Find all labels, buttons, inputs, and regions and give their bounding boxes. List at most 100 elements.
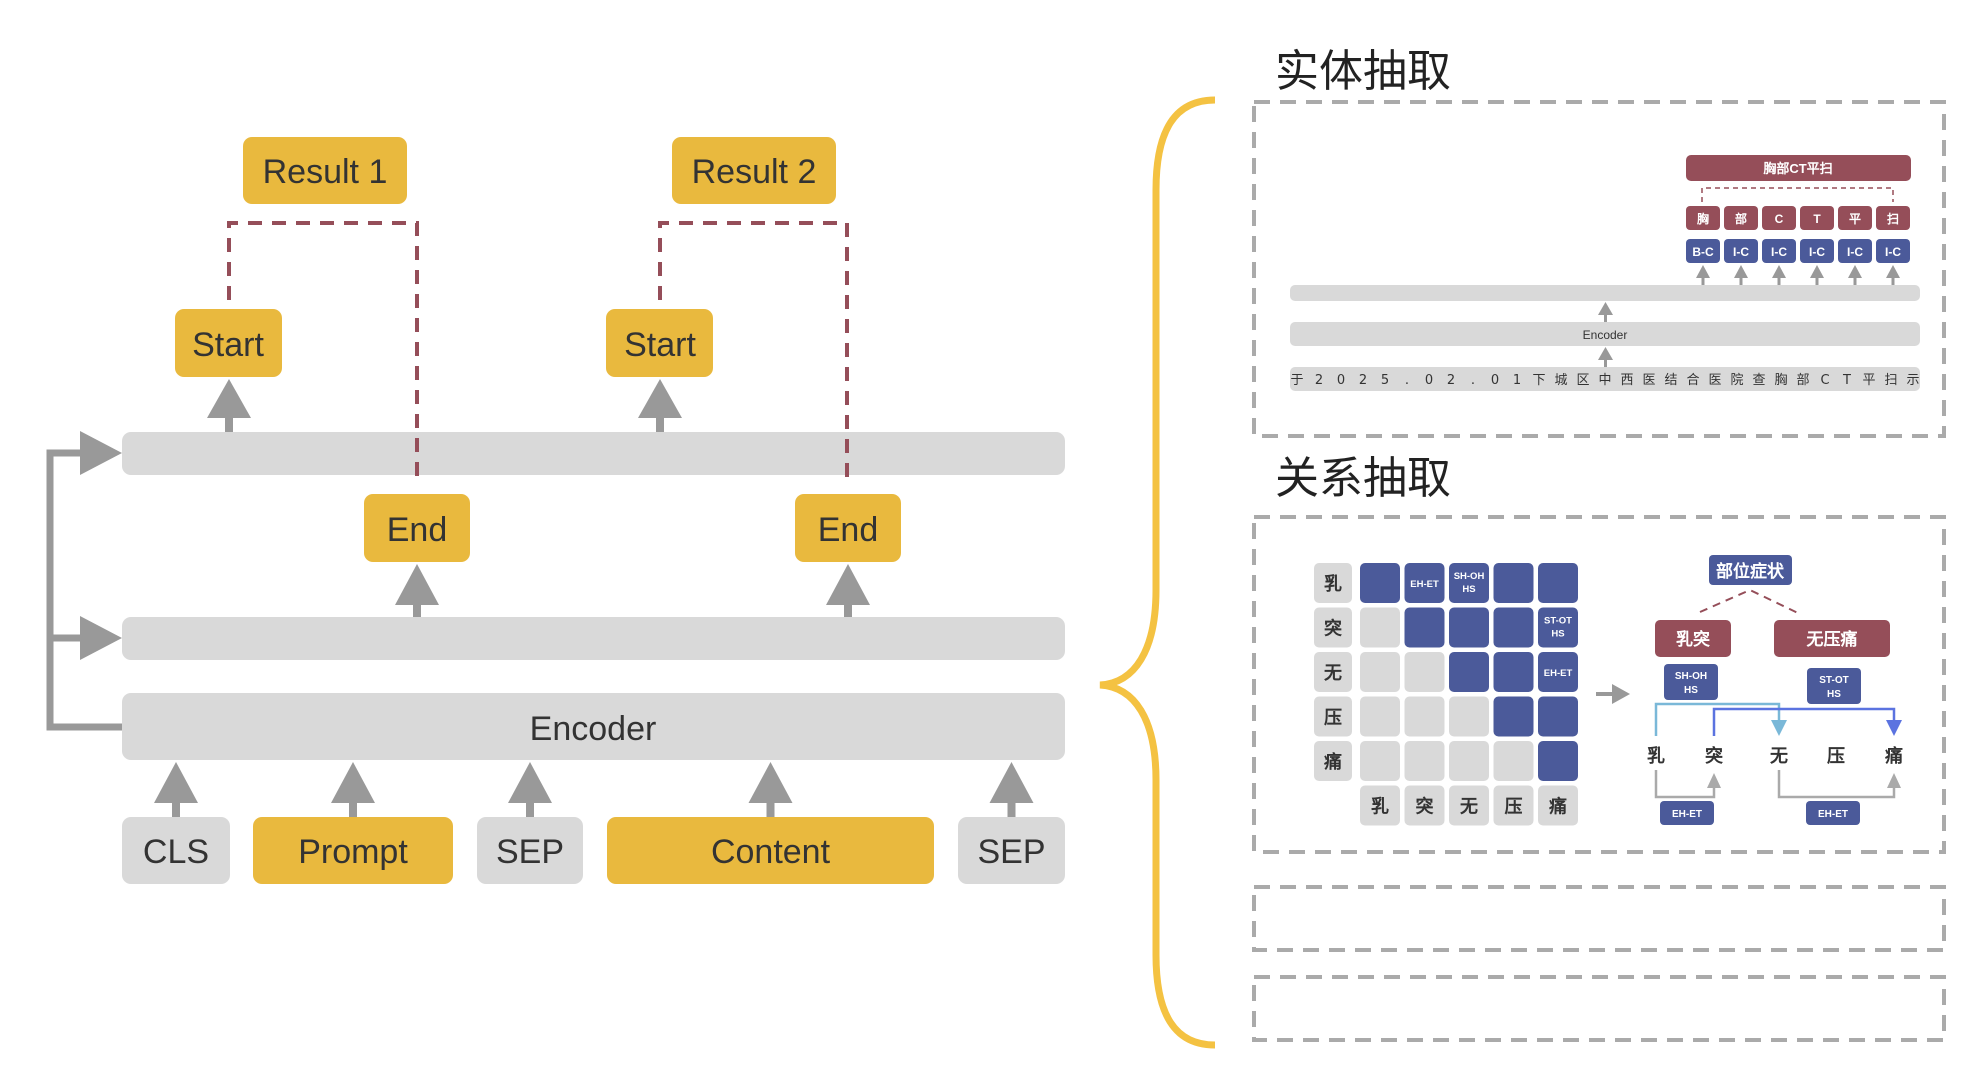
- entity-input-token: 合: [1686, 373, 1699, 388]
- matrix-cell-active: [1538, 607, 1578, 648]
- matrix-cell-empty: [1360, 652, 1400, 692]
- arrow-head: [748, 762, 793, 803]
- entity-tag-label: I-C: [1733, 245, 1749, 259]
- tail-span-tag-label: EH-ET: [1818, 809, 1848, 820]
- entity-input-token: C: [1820, 373, 1829, 388]
- matrix-col-label: 痛: [1549, 796, 1567, 818]
- entity-input-token: 中: [1598, 373, 1611, 388]
- entity-input-tokens: 于2025.02.01下城区中西医结合医院查胸部CT平扫示: [1290, 373, 1919, 388]
- matrix-cell-label: ST-OT: [1544, 616, 1572, 627]
- matrix-cell-empty: [1449, 741, 1489, 781]
- matrix-cell-empty: [1404, 652, 1445, 692]
- matrix-cell-active: [1538, 563, 1578, 603]
- input-token-label: Content: [711, 833, 831, 871]
- entity-tag-arrow-head: [1848, 265, 1862, 278]
- entity-input-token: 院: [1730, 373, 1743, 388]
- arrowhead-top: [80, 431, 122, 475]
- entity-input-token: 于: [1290, 373, 1303, 388]
- entity-input-token: 医: [1708, 373, 1721, 388]
- entity-input-token: 下: [1532, 373, 1545, 388]
- entity-input-token: 示: [1906, 373, 1919, 388]
- entity-span-label: 胸部CT平扫: [1763, 161, 1832, 176]
- relation-matrix: 乳突无压痛EH-ETSH-OHHSST-OTHSEH-ET乳突无压痛: [1314, 563, 1578, 826]
- entity-input-token: T: [1842, 373, 1851, 388]
- entity-input-token: 区: [1576, 373, 1589, 388]
- head-link-arrowhead: [1771, 720, 1787, 736]
- entity-input-token: 0: [1425, 373, 1433, 388]
- entity-input-token: 2: [1315, 373, 1323, 388]
- matrix-cell-active: [1493, 607, 1534, 648]
- matrix-col-label: 无: [1460, 797, 1478, 818]
- entity-char-row: 胸部CT平扫: [1686, 206, 1910, 230]
- matrix-col-label: 突: [1416, 796, 1434, 818]
- matrix-cell-empty: [1404, 741, 1445, 781]
- matrix-cell-label: EH-ET: [1410, 579, 1439, 590]
- tail-span-arrowhead: [1887, 773, 1901, 788]
- result-2-label: Result 2: [692, 153, 817, 191]
- entity-tag-arrows: [1696, 265, 1900, 285]
- result-1: Result 1: [243, 137, 407, 204]
- matrix-cell-active: [1404, 607, 1445, 648]
- entity-input-token: 西: [1620, 373, 1633, 388]
- matrix-cell-active: [1449, 563, 1489, 603]
- entity-char-label: 部: [1735, 211, 1747, 226]
- entity-input-token: 2: [1359, 373, 1367, 388]
- tail-link-arrow: [1712, 707, 1896, 736]
- input-tokens: CLS Prompt SEP Content SEP: [122, 762, 1065, 884]
- matrix-cell-empty: [1360, 696, 1400, 737]
- tail-span-arrow: [1777, 770, 1896, 799]
- result-1-label: Result 1: [263, 153, 388, 191]
- matrix-cell-label: SH-OH: [1454, 571, 1485, 582]
- matrix-cell-active: [1449, 607, 1489, 648]
- matrix-cell-active: [1360, 563, 1400, 603]
- head-span-tag-label: EH-ET: [1672, 809, 1702, 820]
- entity-char-label: C: [1775, 212, 1784, 226]
- relation-extraction-title: 关系抽取: [1275, 453, 1451, 504]
- skip-connection-arrows: [46, 431, 122, 731]
- entity-char-label: 胸: [1697, 211, 1709, 226]
- matrix-cell-active: [1538, 741, 1578, 781]
- entity-tag-label: I-C: [1885, 245, 1901, 259]
- matrix-cell-label: HS: [1551, 629, 1564, 640]
- start-2: Start: [606, 309, 713, 377]
- entity-tag-arrow-head: [1772, 265, 1786, 278]
- entity-input-token: 平: [1862, 373, 1875, 388]
- entity-input-token: 0: [1491, 373, 1499, 388]
- entity-tag-arrow-head: [1696, 265, 1710, 278]
- entity-tag-arrow-head: [1810, 265, 1824, 278]
- entity-input-token: 城: [1554, 373, 1567, 388]
- result-2: Result 2: [672, 137, 836, 204]
- relation-type-label: 部位症状: [1716, 561, 1785, 581]
- graph-char: 乳: [1647, 746, 1665, 767]
- input-token-cls: CLS: [122, 762, 230, 884]
- relation-dashed-link: [1699, 588, 1801, 615]
- entity-tag-label: I-C: [1771, 245, 1787, 259]
- matrix-cell-empty: [1404, 696, 1445, 737]
- end-2: End: [795, 494, 901, 562]
- entity-tag-label: I-C: [1847, 245, 1863, 259]
- input-token-prompt: Prompt: [253, 762, 453, 884]
- entity-span-bracket: [1701, 187, 1894, 202]
- matrix-row-label: 突: [1324, 618, 1342, 640]
- entity-tag-label: I-C: [1809, 245, 1825, 259]
- entity-tag-label: B-C: [1692, 245, 1714, 259]
- entity-extraction-section: 实体抽取 胸部CT平扫 胸部CT平扫 B-C I-C I-C I-C I-C I-C En…: [1252, 46, 1946, 438]
- input-token-label: SEP: [977, 833, 1045, 871]
- entity-char-label: 平: [1849, 212, 1861, 226]
- matrix-cell-label: EH-ET: [1544, 668, 1573, 679]
- entity-output-layer: [1290, 285, 1920, 301]
- left-architecture: Encoder Result 1 Result 2 Start Start En…: [46, 137, 1065, 884]
- relation-graph: 部位症状 乳突 无压痛 SH-OH HS ST-OT HS 乳突无压痛 EH-E…: [1647, 555, 1903, 825]
- input-token-label: Prompt: [298, 833, 408, 871]
- matrix-row-label: 无: [1324, 663, 1342, 684]
- graph-char: 痛: [1885, 745, 1903, 767]
- end-pointer-layer: [122, 617, 1065, 660]
- tail-entity-label: 无压痛: [1806, 629, 1858, 649]
- start-pointer-layer: [122, 432, 1065, 475]
- entity-input-token: 扫: [1884, 373, 1897, 388]
- entity-extraction-title: 实体抽取: [1275, 46, 1451, 97]
- head-tag-line1: SH-OH: [1675, 671, 1707, 682]
- arrow-head: [989, 762, 1034, 803]
- graph-char-row: 乳突无压痛: [1647, 745, 1903, 767]
- start-1-label: Start: [192, 326, 264, 364]
